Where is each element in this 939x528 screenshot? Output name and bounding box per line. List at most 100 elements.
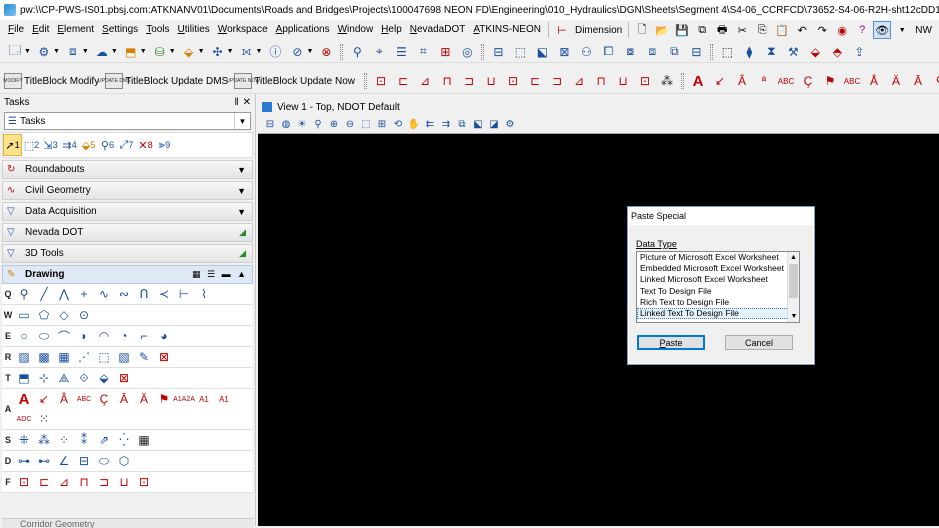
show-pattern-icon[interactable]: ⬚ [94,347,114,367]
view-attributes-icon[interactable]: ⊟ [262,119,278,130]
data-type-listbox[interactable]: Picture of Microsoft Excel Worksheet Emb… [636,251,800,323]
move-tool-icon[interactable]: ⇲ 3 [41,139,60,152]
pan-view-icon[interactable]: ✋ [406,119,422,130]
fence-scale-icon[interactable]: ⊐ [548,72,566,90]
dropdown-arrow-icon[interactable]: ▼ [169,48,176,55]
cascade-icon[interactable]: ⧉ [665,43,683,61]
level-icon[interactable]: ☰ [392,43,410,61]
toolbar-grip[interactable] [340,43,344,60]
place-line-icon[interactable]: ╱ [34,284,54,304]
measure-length-icon[interactable]: ⊟ [74,451,94,471]
copy-icon[interactable]: ⎘ [753,21,771,39]
fence-delete-icon[interactable]: ⊓ [592,72,610,90]
task-group-drawing[interactable]: ✎ Drawing ▦ ☰ ▬ ▲ [2,265,253,284]
titleblock-update-dms-button[interactable]: UPDATE DMS TitleBlock Update DMS [98,73,228,89]
titleblock-update-now-button[interactable]: UPDATE NOW TitleBlock Update Now [226,73,355,89]
element-selection-icon[interactable]: 🗔 [6,43,24,61]
menu-nevadadot[interactable]: NevadaDOT [406,20,470,40]
fence-place-icon[interactable]: ⊡ [14,472,34,492]
redo-icon[interactable]: ↷ [813,21,831,39]
menu-workspace[interactable]: Workspace [214,20,272,40]
fence-move-icon[interactable]: ⊐ [460,72,478,90]
define-cell-icon[interactable]: ⟁ [54,368,74,388]
linear-pattern-icon[interactable]: ⋰ [74,347,94,367]
arrange-icon[interactable]: ⧇ [621,43,639,61]
text-grid-tool-icon[interactable]: ⁙ [34,409,54,429]
delete-pattern-icon[interactable]: ⊠ [154,347,174,367]
fence-stretch-grid-icon[interactable]: ⁂ [658,72,676,90]
lighting-view-icon[interactable]: ☀ [294,119,310,130]
expand-chart-icon[interactable]: ◢ [239,227,246,238]
menu-tools[interactable]: Tools [142,20,173,40]
listbox-scrollbar[interactable]: ▲ ▼ [787,252,799,322]
toolbar-grip[interactable] [710,43,714,60]
fence-shape-icon[interactable]: ⊿ [54,472,74,492]
raster-icon[interactable]: ◎ [458,43,476,61]
edit-text-icon[interactable]: Â [733,72,751,90]
clip-volume-icon[interactable]: ⬕ [470,119,486,130]
help-icon[interactable]: ? [853,21,871,39]
camera-icon[interactable]: ◪ [486,119,502,130]
delete-tool-icon[interactable]: ⬙ 5 [79,139,98,152]
element-selection-tool-icon[interactable]: ➚ 1 [3,134,22,156]
element-info-icon[interactable]: ⊘ [288,43,306,61]
dimension-line-icon[interactable]: ⊢ [174,284,194,304]
compress-icon[interactable]: ⧉ [693,21,711,39]
tasks-dropdown[interactable]: ☰ Tasks ▼ [4,112,251,130]
edit-text-tool-icon[interactable]: Â [54,389,74,409]
quarter-ellipse-icon[interactable]: ◠ [94,326,114,346]
menu-edit[interactable]: Edit [28,20,53,40]
view-settings-icon[interactable]: ⚙ [502,119,518,130]
scroll-down-icon[interactable]: ▼ [788,311,799,322]
dimension-quick-tool-icon[interactable]: ⫸ 9 [155,139,174,152]
curve-icon[interactable]: ∿ [94,284,114,304]
menu-settings[interactable]: Settings [98,20,142,40]
data-type-option-selected[interactable]: Linked Text To Design File [637,307,799,320]
paste-icon[interactable]: 📋 [773,21,791,39]
lighting-icon[interactable]: ⚒ [784,43,802,61]
measure-area-icon[interactable]: ⬭ [94,451,114,471]
increment-text-icon[interactable]: Ā [909,72,927,90]
toolbar-grip[interactable] [481,43,485,60]
match-pattern-icon[interactable]: ▧ [114,347,134,367]
fence-modify-icon[interactable]: ⊓ [438,72,456,90]
dropdown-arrow-icon[interactable]: ▼ [111,48,118,55]
half-ellipse-icon[interactable]: ◗ [74,326,94,346]
cut-icon[interactable]: ✂ [733,21,751,39]
no-entry-icon[interactable]: ⊗ [317,43,335,61]
drawing-view-controls[interactable]: ▦ ☰ ▬ ▲ [192,269,248,280]
dropdown-arrow-icon[interactable]: ▼ [227,48,234,55]
view-previous-icon[interactable]: ⇇ [422,119,438,130]
fence-stretch-icon[interactable]: ⊡ [504,72,522,90]
dropdown-arrow-icon[interactable]: ▼ [140,48,147,55]
modify-arc-icon[interactable]: ◔ [114,326,134,346]
fence-copy-tool-icon[interactable]: ⊔ [114,472,134,492]
rotate-view-icon[interactable]: ⟲ [390,119,406,130]
dimension-linear-icon[interactable]: ⁂ [34,430,54,450]
place-block-icon[interactable]: ⊏ [394,72,412,90]
view-eye-icon[interactable]: 👁 [873,21,892,39]
dropdown-arrow-icon[interactable]: ▼ [24,48,31,55]
crosshatch-icon[interactable]: ▩ [34,347,54,367]
fit-view-icon[interactable]: ⬕ [533,43,551,61]
text-array-tool-icon[interactable]: ADC [14,409,34,429]
arc-tangent-icon[interactable]: ◕ [154,326,174,346]
dropdown-arrow-icon[interactable]: ▼ [82,48,89,55]
change-case-icon[interactable]: Ç [799,72,817,90]
accudraw-icon[interactable]: ⚲ [348,43,366,61]
delete-element-icon[interactable]: ⬙ [180,43,198,61]
fence-array-icon[interactable]: ⊡ [636,72,654,90]
task-group-corridor-geometry[interactable]: Corridor Geometry [2,518,254,528]
display-style-icon[interactable]: ⧗ [762,43,780,61]
ellipse-icon[interactable]: ⬭ [34,326,54,346]
measure-icon[interactable]: ✣ [209,43,227,61]
arc-curve-icon[interactable]: ∾ [114,284,134,304]
spiral-icon[interactable]: ᑎ [134,284,154,304]
spell-check-tool-icon[interactable]: ABC [74,389,94,409]
select-cell-icon[interactable]: ⊹ [34,368,54,388]
fence-modify-tool-icon[interactable]: ⊓ [74,472,94,492]
open-folder-icon[interactable]: 📂 [653,21,671,39]
pdf-print-icon[interactable]: ⬘ [828,43,846,61]
fence-move-tool-icon[interactable]: ⊐ [94,472,114,492]
point-icon[interactable]: + [74,284,94,304]
